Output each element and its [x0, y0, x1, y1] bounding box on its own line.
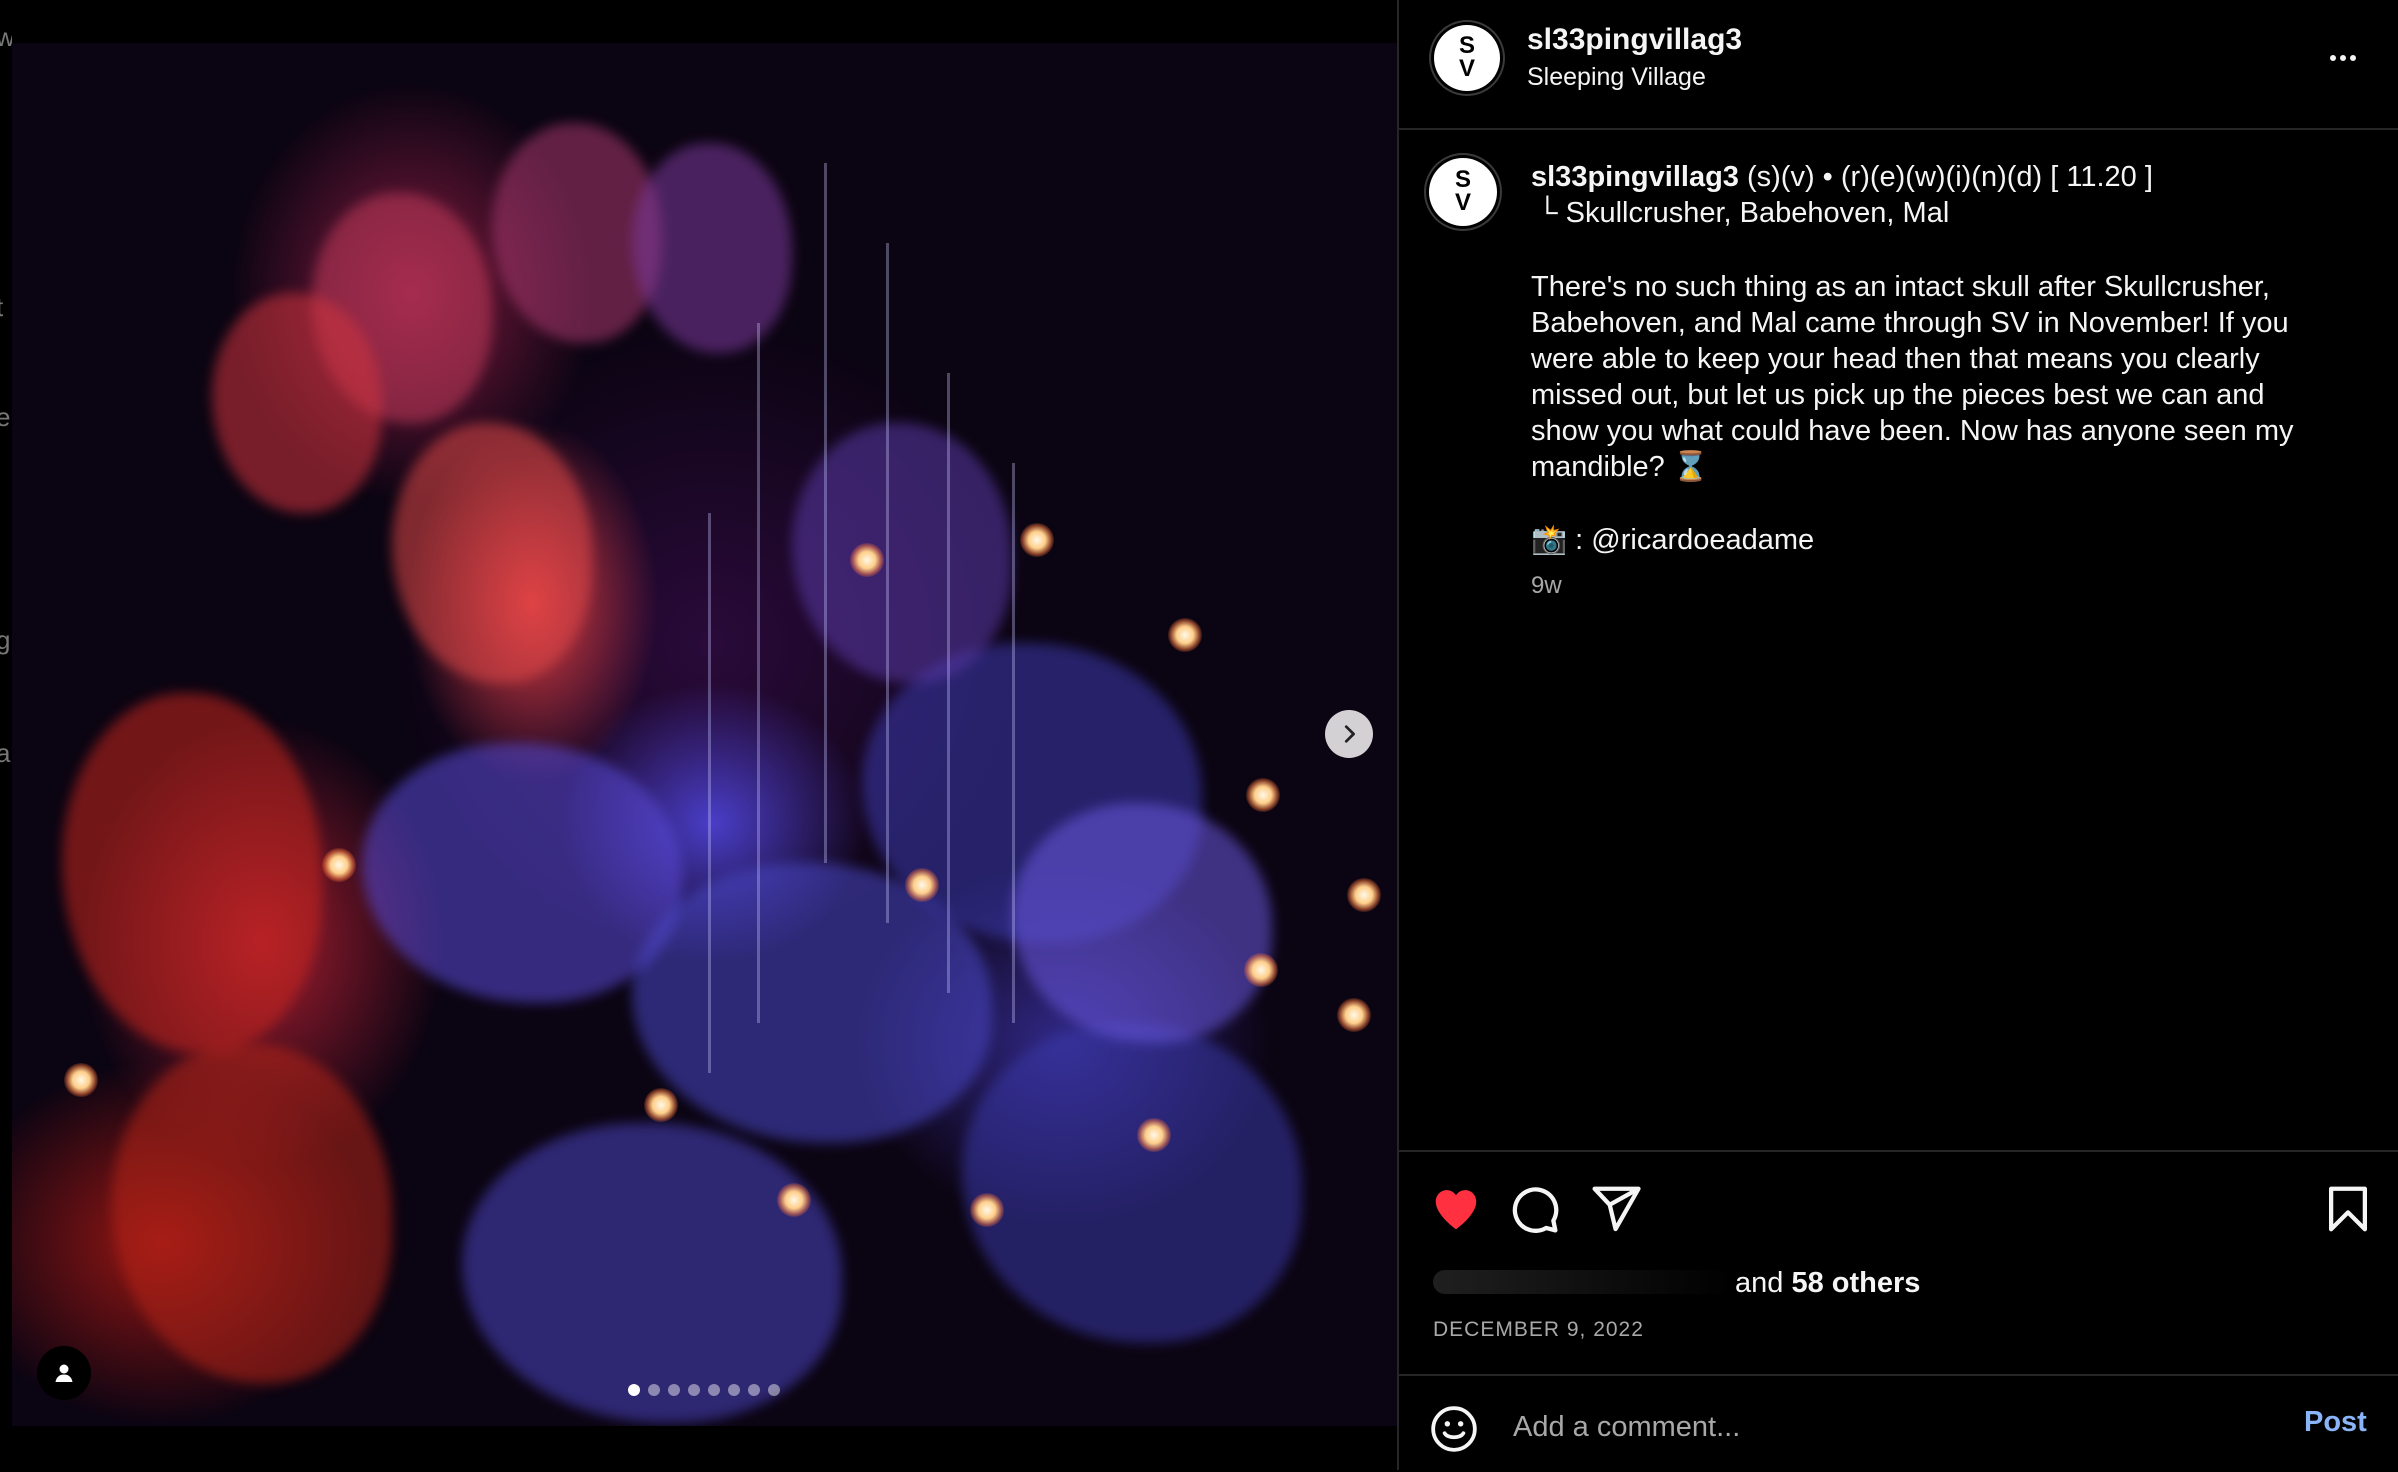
edge-fragment: a — [0, 738, 11, 768]
header-subtitle: Sleeping Village — [1527, 63, 1706, 91]
share-button[interactable] — [1589, 1182, 1643, 1236]
likes-count-link[interactable]: 58 others — [1791, 1267, 1920, 1299]
heart-icon — [1435, 1190, 1477, 1230]
ellipsis-icon — [2330, 55, 2356, 61]
header-username-link[interactable]: sl33pingvillag3 — [1527, 23, 1742, 57]
bookmark-icon — [2328, 1186, 2368, 1232]
comment-bubble-icon — [1512, 1187, 1559, 1233]
tagged-users-button[interactable] — [37, 1346, 91, 1400]
caption-username-link[interactable]: sl33pingvillag3 — [1531, 161, 1739, 193]
likes-text: and 58 others — [1735, 1267, 1920, 1300]
person-icon — [55, 1364, 73, 1382]
post-actions: and 58 others DECEMBER 9, 2022 — [1399, 1150, 2398, 1374]
carousel-dot — [648, 1384, 660, 1396]
likes-summary[interactable]: and 58 others — [1433, 1262, 2033, 1302]
chevron-right-icon — [1344, 725, 1355, 743]
caption-title-text: (s)(v) • (r)(e)(w)(i)(n)(d) [ 11.20 ] — [1738, 161, 2153, 193]
carousel-dot — [708, 1384, 720, 1396]
carousel-dot — [748, 1384, 760, 1396]
likes-prefix: and — [1735, 1267, 1792, 1299]
avatar-letter: V — [1454, 189, 1471, 216]
liked-by-avatars — [1433, 1270, 1733, 1294]
more-options-button[interactable] — [2319, 40, 2367, 76]
next-slide-button[interactable] — [1325, 710, 1373, 758]
avatar[interactable]: S V — [1429, 158, 1497, 226]
like-button[interactable] — [1429, 1182, 1483, 1236]
concert-photo — [12, 43, 1397, 1426]
post-header: S V sl33pingvillag3 Sleeping Village — [1399, 0, 2398, 130]
caption-subheading: └ Skullcrusher, Babehoven, Mal — [1537, 197, 1950, 229]
caption-body: There's no such thing as an intact skull… — [1531, 271, 2294, 483]
carousel-dot — [668, 1384, 680, 1396]
carousel-dot — [768, 1384, 780, 1396]
post-media-viewer: w t e g a — [0, 0, 1397, 1470]
edge-fragment: w — [0, 22, 12, 52]
save-button[interactable] — [2321, 1182, 2375, 1236]
photo-credit[interactable]: 📸 : @ricardoeadame — [1531, 523, 1814, 557]
edge-fragment: t — [0, 292, 3, 323]
edge-fragment: e — [0, 402, 11, 432]
carousel-indicator — [628, 1384, 780, 1396]
avatar-letter: V — [1458, 55, 1475, 82]
caption-timestamp[interactable]: 9w — [1531, 572, 1562, 600]
post-comment-button[interactable]: Post — [2304, 1406, 2367, 1439]
carousel-dot — [628, 1384, 640, 1396]
edge-fragment: g — [0, 625, 11, 655]
paper-plane-icon — [1592, 1186, 1641, 1232]
emoji-button[interactable] — [1429, 1404, 1479, 1454]
avatar[interactable]: S V — [1434, 25, 1500, 91]
comment-bar: Post — [1399, 1374, 2398, 1472]
carousel-dot — [728, 1384, 740, 1396]
comment-input[interactable] — [1511, 1404, 2275, 1450]
comment-button[interactable] — [1507, 1182, 1561, 1236]
post-date: DECEMBER 9, 2022 — [1433, 1318, 1644, 1341]
caption-title: sl33pingvillag3 (s)(v) • (r)(e)(w)(i)(n)… — [1531, 161, 2153, 194]
post-details-panel: S V sl33pingvillag3 Sleeping Village S V… — [1397, 0, 2398, 1470]
background-page-edge: w t e g a — [0, 0, 12, 1470]
smiley-icon — [1431, 1406, 1477, 1452]
carousel-dot — [688, 1384, 700, 1396]
